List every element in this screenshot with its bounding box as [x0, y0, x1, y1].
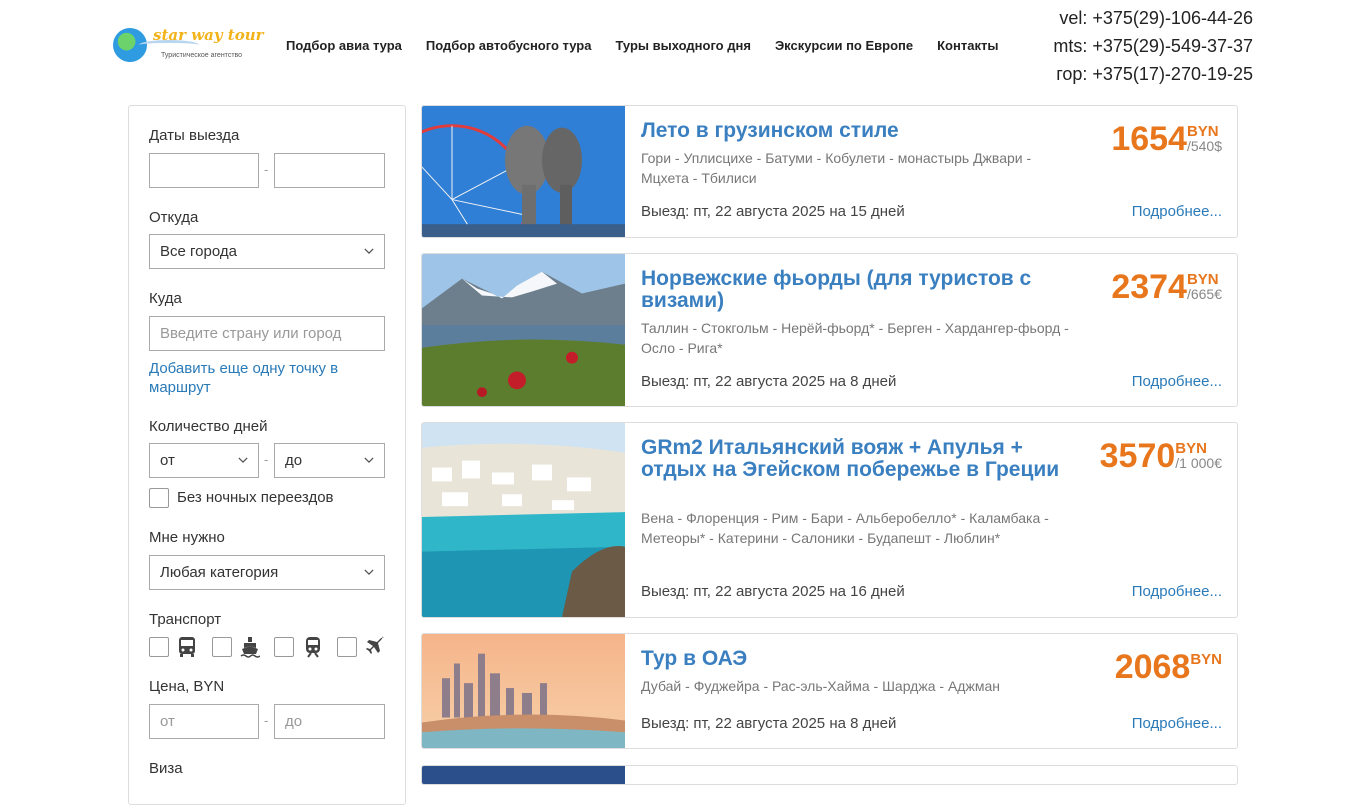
- tour-departure: Выезд: пт, 22 августа 2025 на 16 дней: [641, 583, 905, 600]
- days-dash: -: [264, 452, 269, 467]
- tour-title[interactable]: Лето в грузинском стиле: [641, 120, 1071, 142]
- tour-title[interactable]: Норвежские фьорды (для туристов с визами…: [641, 268, 1071, 312]
- phone-city[interactable]: гор: +375(17)-270-19-25: [1053, 60, 1253, 88]
- add-route-point-link[interactable]: Добавить еще одну точку в маршрут: [149, 359, 369, 397]
- price-currency: BYN: [1186, 271, 1219, 288]
- no-night-label: Без ночных переездов: [177, 489, 334, 506]
- need-label: Мне нужно: [149, 529, 225, 546]
- tour-details-link[interactable]: Подробнее...: [1132, 715, 1222, 732]
- chevron-down-icon: [364, 248, 374, 254]
- category-select[interactable]: Любая категория: [149, 555, 385, 590]
- nav-item-contacts[interactable]: Контакты: [937, 38, 998, 53]
- tour-departure: Выезд: пт, 22 августа 2025 на 15 дней: [641, 203, 905, 220]
- logo-tagline: Туристическое агентство: [161, 52, 243, 59]
- dates-dash: -: [264, 162, 269, 177]
- transport-label: Транспорт: [149, 611, 222, 628]
- days-to-value: до: [285, 452, 303, 469]
- days-from-select[interactable]: от: [149, 443, 259, 478]
- tour-photo-norway: [422, 254, 625, 406]
- nav-item-bus[interactable]: Подбор автобусного тура: [426, 38, 592, 53]
- tour-photo-georgia: [422, 106, 625, 237]
- tour-details-link[interactable]: Подробнее...: [1132, 203, 1222, 220]
- price-alt: /1 000€: [1175, 455, 1222, 471]
- phone-mts[interactable]: mts: +375(29)-549-37-37: [1053, 32, 1253, 60]
- price-value: 2374: [1111, 268, 1187, 306]
- price-label: Цена, BYN: [149, 678, 225, 695]
- days-to-select[interactable]: до: [274, 443, 385, 478]
- from-city-value: Все города: [160, 243, 237, 260]
- price-dash: -: [264, 713, 269, 728]
- chevron-down-icon: [364, 569, 374, 575]
- phone-list: vel: +375(29)-106-44-26 mts: +375(29)-54…: [1053, 4, 1253, 88]
- main-nav: Подбор авиа тура Подбор автобусного тура…: [286, 38, 998, 53]
- price-value: 1654: [1111, 120, 1187, 158]
- tour-details-link[interactable]: Подробнее...: [1132, 373, 1222, 390]
- logo-brand-text: star way tour: [153, 26, 264, 44]
- from-city-select[interactable]: Все города: [149, 234, 385, 269]
- visa-label: Виза: [149, 760, 183, 777]
- tour-details-link[interactable]: Подробнее...: [1132, 583, 1222, 600]
- nav-item-europe[interactable]: Экскурсии по Европе: [775, 38, 913, 53]
- price-to-input[interactable]: до: [274, 704, 385, 739]
- transport-train-checkbox[interactable]: [274, 637, 294, 657]
- transport-ship-checkbox[interactable]: [212, 637, 232, 657]
- price-from-input[interactable]: от: [149, 704, 259, 739]
- tour-departure: Выезд: пт, 22 августа 2025 на 8 дней: [641, 715, 897, 732]
- tour-route: Гори - Уплисцихе - Батуми - Кобулети - м…: [641, 150, 1032, 186]
- price-currency: BYN: [1186, 123, 1219, 140]
- tour-card[interactable]: Лето в грузинском стиле Гори - Уплисцихе…: [421, 105, 1238, 238]
- days-label: Количество дней: [149, 418, 268, 435]
- transport-plane-checkbox[interactable]: [337, 637, 357, 657]
- phone-velcom[interactable]: vel: +375(29)-106-44-26: [1053, 4, 1253, 32]
- price-alt: /540$: [1186, 138, 1222, 154]
- train-icon: [306, 637, 320, 658]
- tour-price: 1654 BYN/540$: [1111, 120, 1222, 158]
- chevron-down-icon: [364, 457, 374, 463]
- tour-route: Дубай - Фуджейра - Рас-эль-Хайма - Шардж…: [641, 678, 1000, 694]
- tour-photo-greece: [422, 423, 625, 617]
- site-header: star way tour Туристическое агентство По…: [0, 0, 1366, 95]
- tour-photo-uae: [422, 634, 625, 748]
- tour-route: Таллин - Стокгольм - Нерёй-фьорд* - Берг…: [641, 320, 1069, 356]
- nav-item-avia[interactable]: Подбор авиа тура: [286, 38, 402, 53]
- tour-price: 3570 BYN/1 000€: [1100, 437, 1222, 475]
- tour-filter-panel: Даты выезда - Откуда Все города Куда Вве…: [128, 105, 406, 805]
- tour-card[interactable]: Тур в ОАЭ Дубай - Фуджейра - Рас-эль-Хай…: [421, 633, 1238, 749]
- date-from-input[interactable]: [149, 153, 259, 188]
- tour-title[interactable]: GRm2 Итальянский вояж + Апулья + отдых н…: [641, 437, 1071, 481]
- date-to-input[interactable]: [274, 153, 385, 188]
- price-value: 3570: [1099, 437, 1176, 475]
- plane-icon: [366, 636, 384, 654]
- no-night-checkbox[interactable]: [149, 488, 169, 508]
- tour-route: Вена - Флоренция - Рим - Бари - Альбероб…: [641, 510, 1049, 546]
- tour-card[interactable]: GRm2 Итальянский вояж + Апулья + отдых н…: [421, 422, 1238, 618]
- tour-title[interactable]: Тур в ОАЭ: [641, 648, 1071, 670]
- to-label: Куда: [149, 290, 182, 307]
- chevron-down-icon: [238, 457, 248, 463]
- tour-photo: [422, 766, 625, 784]
- transport-bus-checkbox[interactable]: [149, 637, 169, 657]
- dates-label: Даты выезда: [149, 127, 240, 144]
- ship-icon: [240, 637, 260, 658]
- tour-price: 2374 BYN/665€: [1111, 268, 1222, 306]
- category-value: Любая категория: [160, 564, 279, 581]
- price-alt: /665€: [1186, 286, 1222, 302]
- nav-item-weekend[interactable]: Туры выходного дня: [615, 38, 750, 53]
- price-currency: BYN: [1190, 651, 1222, 668]
- tour-card[interactable]: [421, 765, 1238, 785]
- from-label: Откуда: [149, 209, 199, 226]
- destination-input[interactable]: Введите страну или город: [149, 316, 385, 351]
- days-from-value: от: [160, 452, 175, 469]
- tour-departure: Выезд: пт, 22 августа 2025 на 8 дней: [641, 373, 897, 390]
- price-value: 2068: [1114, 648, 1191, 686]
- site-logo[interactable]: star way tour Туристическое агентство: [113, 26, 264, 64]
- bus-icon: [179, 637, 195, 657]
- tour-card[interactable]: Норвежские фьорды (для туристов с визами…: [421, 253, 1238, 407]
- price-currency: BYN: [1175, 440, 1207, 457]
- tour-price: 2068 BYN: [1115, 648, 1222, 686]
